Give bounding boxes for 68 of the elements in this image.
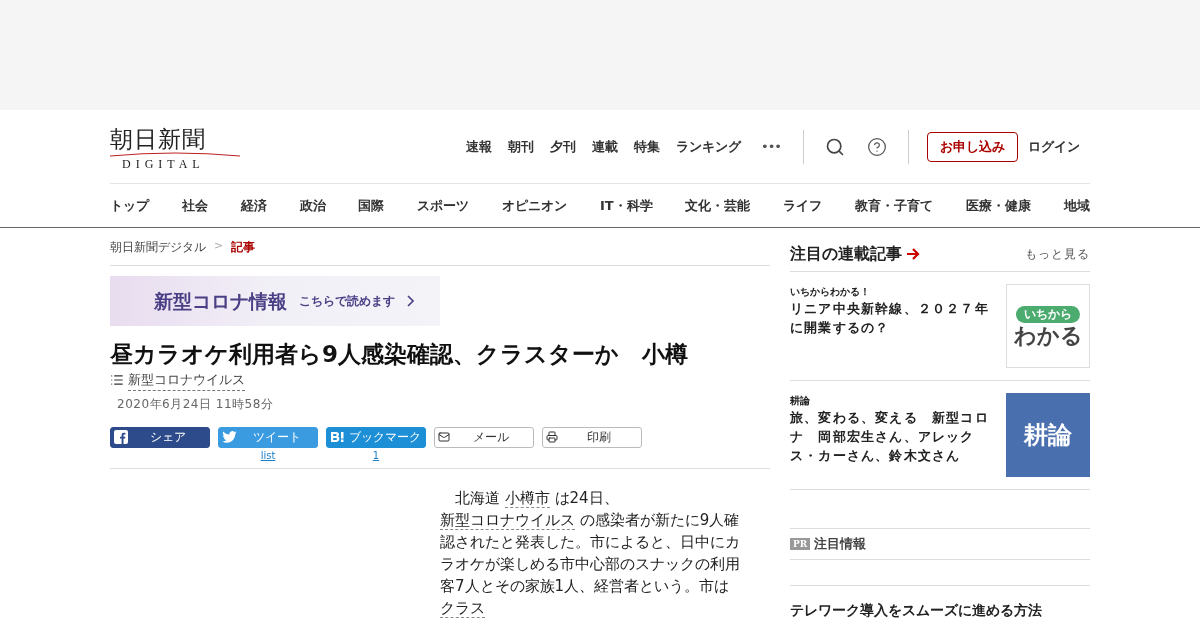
section-tab[interactable]: スポーツ	[417, 195, 470, 216]
printer-icon	[546, 431, 558, 443]
corona-banner[interactable]: 新型コロナ情報 こちらで読めます	[110, 276, 440, 326]
article-headline: 昼カラオケ利用者ら9人感染確認、クラスターか 小樽	[110, 340, 689, 369]
banner-link: こちらで読めます	[299, 293, 395, 310]
section-tab[interactable]: オピニオン	[502, 195, 568, 216]
thumbnail-title: わかる	[1013, 324, 1083, 347]
series-article-link[interactable]: リニア中央新幹線、２０２７年に開業するの？	[790, 299, 998, 337]
facebook-icon	[114, 430, 128, 444]
section-tab[interactable]: 政治	[299, 195, 326, 216]
series-thumbnail[interactable]: 耕論	[1006, 393, 1090, 477]
pr-title: 注目情報	[814, 535, 867, 554]
chevron-icon	[407, 295, 414, 307]
thumbnail-label: いちから	[1016, 305, 1080, 323]
section-tab[interactable]: 国際	[358, 195, 385, 216]
more-link[interactable]: もっと見る	[1025, 244, 1090, 263]
section-tab[interactable]: トップ	[110, 195, 149, 216]
article-link[interactable]: 新型コロナウイルス	[440, 510, 575, 530]
article-link[interactable]: 小樽市	[504, 488, 550, 508]
article-date: 2020年6月24日 11時58分	[117, 395, 275, 413]
arrow-icon	[906, 247, 920, 260]
nav-link[interactable]: 連載	[584, 136, 626, 157]
nav-link[interactable]: 朝刊	[500, 136, 542, 157]
logo-title: 朝日新聞	[110, 126, 206, 152]
list-icon	[110, 373, 124, 388]
series-article-link[interactable]: 旅、変わる、変える 新型コロナ 岡部宏生さん、アレックス・カーさん、鈴木文さん	[790, 408, 998, 465]
breadcrumb-link[interactable]: 朝日新聞デジタル	[110, 237, 206, 256]
logo[interactable]: 朝日新聞 DIGITAL	[110, 122, 240, 171]
promo-link[interactable]: テレワーク導入をスムーズに進める方法	[790, 602, 1042, 618]
series-thumbnail[interactable]: いちから わかる	[1006, 284, 1090, 368]
section-tab[interactable]: ライフ	[783, 195, 823, 216]
section-tab[interactable]: IT・科学	[599, 195, 653, 216]
section-tab[interactable]: 社会	[181, 195, 208, 216]
sidebar-title: 注目の連載記事	[790, 242, 902, 265]
section-tab[interactable]: 医療・健康	[966, 195, 1031, 216]
more-button[interactable]: •••	[749, 136, 793, 157]
series-label: いちからわかる！	[790, 285, 871, 299]
share-button[interactable]: ブックマーク	[326, 426, 426, 448]
logo-subtitle: DIGITAL	[121, 157, 205, 171]
subscribe-button[interactable]: お申し込み	[927, 131, 1018, 162]
nav-link[interactable]: 速報	[458, 136, 500, 157]
pr-badge: PR	[790, 538, 811, 550]
login-link[interactable]: ログイン	[1018, 136, 1090, 157]
section-tab[interactable]: 教育・子育て	[855, 195, 934, 216]
bookmark-b-icon	[330, 431, 346, 443]
section-tab[interactable]: 地域	[1063, 195, 1090, 216]
breadcrumb-link[interactable]: 記事	[231, 237, 256, 256]
thumbnail-title: 耕論	[1024, 419, 1072, 451]
share-count[interactable]: list	[260, 448, 276, 463]
nav-link[interactable]: 特集	[626, 136, 668, 157]
help-icon[interactable]	[867, 136, 887, 157]
share-button[interactable]: メール	[434, 426, 534, 448]
share-button[interactable]: シェア	[110, 426, 210, 448]
breadcrumb-separator: >	[214, 238, 224, 255]
article-body: 北海道 小樽市 は24日、 新型コロナウイルス の感染者が新たに9人確認されたと発表した。市によると、日中にカラオケが楽しめる市中心部のスナックの利用客7人とその家族1人、経営者という。市は クラス	[440, 487, 741, 619]
search-icon[interactable]	[825, 136, 845, 157]
section-tab[interactable]: 文化・芸能	[685, 195, 751, 216]
article-link[interactable]: クラス	[440, 598, 485, 618]
topic-link[interactable]: 新型コロナウイルス	[128, 370, 245, 391]
share-count[interactable]: 1	[372, 448, 380, 463]
nav-link[interactable]: ランキング	[668, 136, 749, 157]
share-button[interactable]: 印刷	[542, 426, 642, 448]
series-label: 耕論	[790, 394, 811, 408]
nav-link[interactable]: 夕刊	[542, 136, 584, 157]
banner-title: 新型コロナ情報	[154, 288, 287, 314]
bird-icon	[222, 431, 237, 443]
mail-icon	[438, 431, 450, 443]
section-tab[interactable]: 経済	[240, 195, 267, 216]
